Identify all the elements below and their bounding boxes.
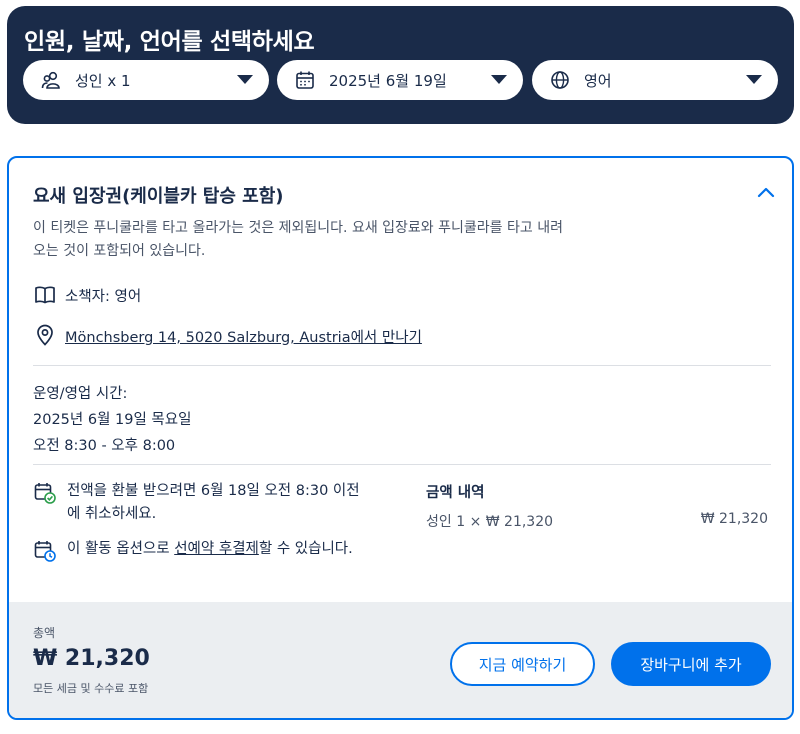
divider xyxy=(33,464,771,465)
globe-icon xyxy=(551,71,569,89)
option-card: 요새 입장권(케이블카 탑승 포함) 이 티켓은 푸니쿨라를 타고 올라가는 것… xyxy=(7,156,794,720)
hours-date: 2025년 6월 19일 목요일 xyxy=(33,412,192,428)
chevron-down-icon xyxy=(237,75,253,84)
refund-policy-text: 전액을 환불 받으려면 6월 18일 오전 8:30 이전에 취소하세요. xyxy=(67,483,360,522)
header-title: 인원, 날짜, 언어를 선택하세요 xyxy=(24,29,315,55)
chevron-down-icon xyxy=(491,75,507,84)
language-label: 영어 xyxy=(584,72,612,90)
reserve-info: 이 활동 옵션으로 선예약 후결제할 수 있습니다. xyxy=(67,538,367,561)
price-line-label: 성인 1 × ₩ 21,320 xyxy=(426,514,554,530)
selection-header: 인원, 날짜, 언어를 선택하세요 성인 x 1 2025년 6월 19일 영어 xyxy=(7,6,794,124)
participants-label: 성인 x 1 xyxy=(75,72,131,90)
booklet-info: 소책자: 영어 xyxy=(65,289,142,305)
hours-label: 운영/영업 시간: xyxy=(33,386,128,402)
chevron-down-icon xyxy=(746,75,762,84)
calendar-clock-icon xyxy=(34,541,56,562)
calendar-icon xyxy=(296,71,314,89)
reserve-suffix: 할 수 있습니다. xyxy=(258,541,353,557)
date-dropdown[interactable]: 2025년 6월 19일 xyxy=(277,60,523,100)
reserve-pay-later-link[interactable]: 선예약 후결제 xyxy=(174,541,259,557)
meeting-point: Mönchsberg 14, 5020 Salzburg, Austria에서 … xyxy=(65,326,422,347)
option-title: 요새 입장권(케이블카 탑승 포함) xyxy=(33,186,284,207)
book-now-button[interactable]: 지금 예약하기 xyxy=(450,642,595,686)
price-line-amount: ₩ 21,320 xyxy=(700,511,768,527)
location-pin-icon xyxy=(37,324,53,346)
meeting-suffix[interactable]: 에서 만나기 xyxy=(351,330,422,346)
total-amount: ₩ 21,320 xyxy=(33,646,150,671)
total-label: 총액 xyxy=(33,626,56,640)
language-dropdown[interactable]: 영어 xyxy=(532,60,778,100)
add-to-cart-button[interactable]: 장바구니에 추가 xyxy=(611,642,771,686)
reserve-prefix: 이 활동 옵션으로 xyxy=(67,541,175,557)
divider xyxy=(33,365,771,366)
option-description: 이 티켓은 푸니쿨라를 타고 올라가는 것은 제외됩니다. 요새 입장료와 푸니… xyxy=(33,220,563,259)
date-label: 2025년 6월 19일 xyxy=(329,72,447,90)
people-icon xyxy=(41,71,60,89)
price-breakdown-title: 금액 내역 xyxy=(426,485,485,501)
booking-footer: 총액 ₩ 21,320 모든 세금 및 수수료 포함 지금 예약하기 장바구니에… xyxy=(9,602,792,718)
meeting-address-link[interactable]: Mönchsberg 14, 5020 Salzburg, Austria xyxy=(65,330,351,346)
book-icon xyxy=(35,286,55,304)
total-note: 모든 세금 및 수수료 포함 xyxy=(33,682,149,695)
participants-dropdown[interactable]: 성인 x 1 xyxy=(23,60,269,100)
hours-time: 오전 8:30 - 오후 8:00 xyxy=(33,438,176,454)
chevron-up-icon[interactable] xyxy=(756,184,776,200)
calendar-check-icon xyxy=(34,483,56,504)
